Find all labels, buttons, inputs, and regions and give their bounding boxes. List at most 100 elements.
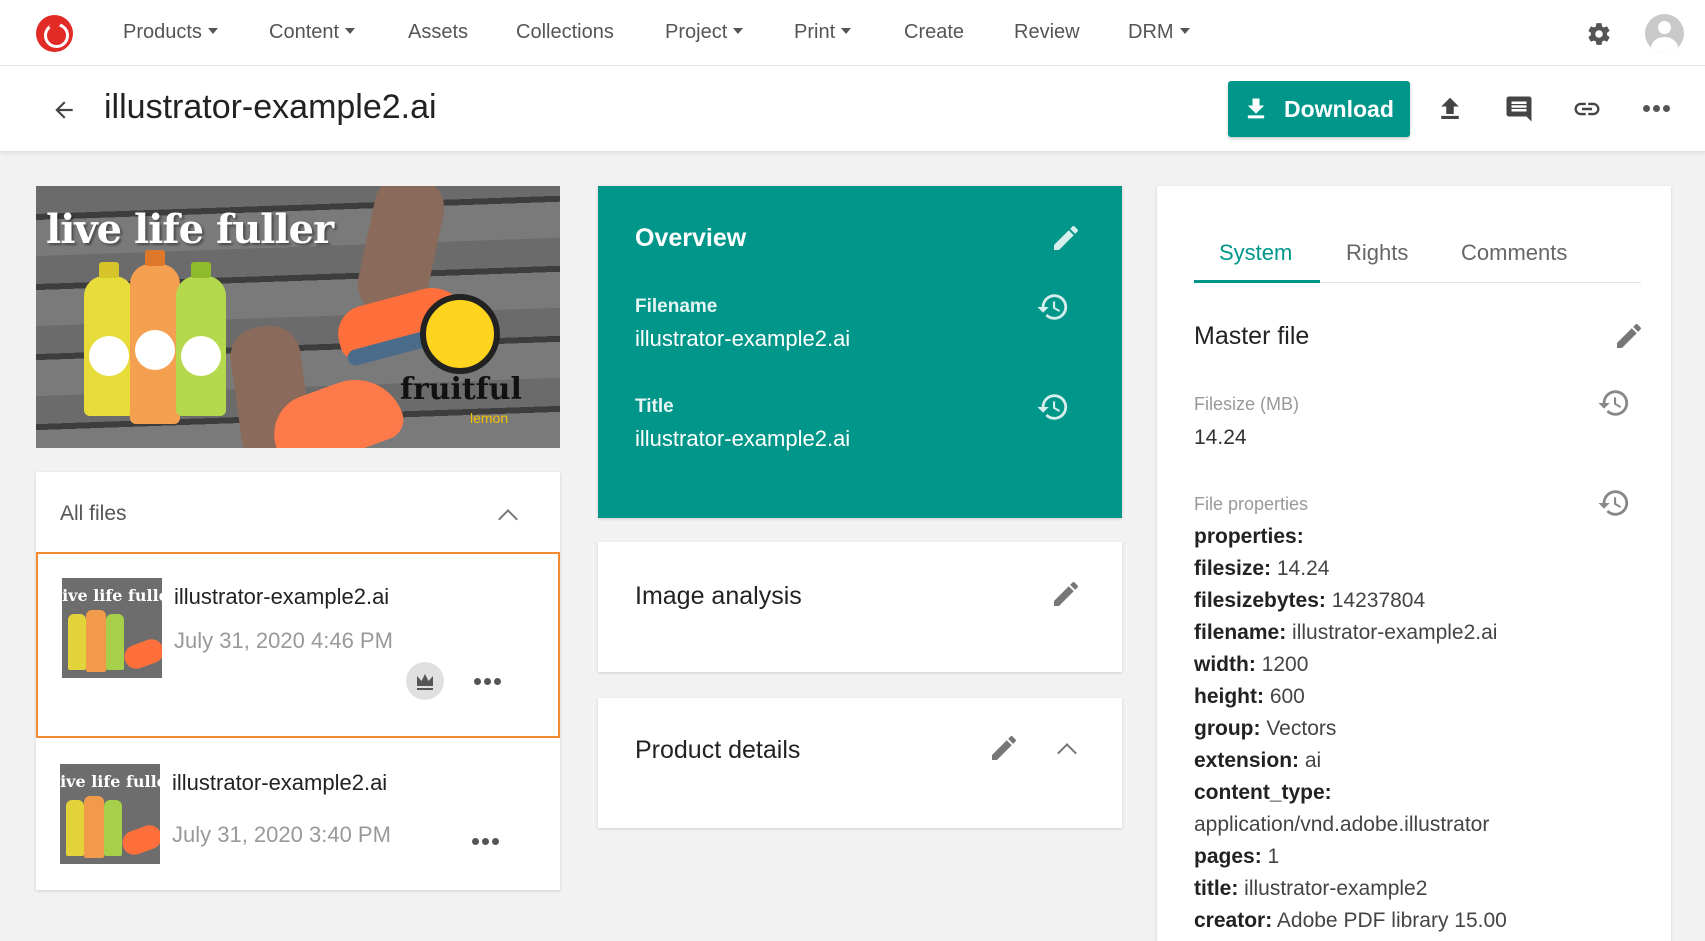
nav-drm-label: DRM	[1128, 21, 1174, 43]
chevron-up-icon[interactable]	[498, 509, 518, 529]
tab-system[interactable]: System	[1219, 240, 1292, 266]
app-logo[interactable]	[36, 15, 73, 52]
hero-brand-sub: lemon	[470, 410, 509, 426]
page-title: illustrator-example2.ai	[104, 88, 437, 126]
nav-review-label: Review	[1014, 21, 1080, 43]
nav-project-label: Project	[665, 21, 728, 43]
property-line: extension: ai	[1194, 749, 1322, 772]
more-options-icon[interactable]	[1643, 105, 1671, 113]
title-label: Title	[635, 396, 674, 417]
property-line: filename: illustrator-example2.ai	[1194, 621, 1498, 644]
nav-drm[interactable]: DRM	[1128, 21, 1190, 44]
nav-print-label: Print	[794, 21, 836, 43]
property-line: creator: Adobe PDF library 15.00	[1194, 909, 1507, 932]
chevron-down-icon	[207, 28, 218, 34]
history-icon[interactable]	[1597, 386, 1631, 420]
nav-products-label: Products	[123, 21, 202, 43]
all-files-title: All files	[60, 502, 127, 525]
tab-comments[interactable]: Comments	[1461, 240, 1567, 266]
nav-collections[interactable]: Collections	[516, 21, 614, 44]
lemon-logo	[420, 294, 500, 374]
thumbnail-text: live life fuller	[60, 772, 160, 791]
nav-content[interactable]: Content	[269, 21, 356, 44]
property-line: pages: 1	[1194, 845, 1280, 868]
property-line: filesizebytes: 14237804	[1194, 589, 1426, 612]
all-files-panel: All files live life fuller illustrator-e…	[36, 472, 560, 890]
nav-project[interactable]: Project	[665, 21, 744, 44]
thumbnail-text: live life fuller	[62, 586, 162, 605]
image-analysis-panel: Image analysis	[598, 542, 1122, 672]
product-details-panel: Product details	[598, 698, 1122, 828]
overview-title: Overview	[635, 224, 747, 252]
active-tab-indicator	[1194, 280, 1320, 283]
file-thumbnail: live life fuller	[60, 764, 160, 864]
master-file-badge[interactable]	[406, 662, 444, 700]
filesize-value: 14.24	[1194, 426, 1247, 449]
nav-collections-label: Collections	[516, 21, 614, 43]
more-options-icon[interactable]	[472, 838, 500, 846]
upload-icon[interactable]	[1435, 94, 1465, 124]
hero-brand: fruitful	[400, 372, 522, 407]
edit-icon[interactable]	[1050, 222, 1082, 254]
history-icon[interactable]	[1597, 486, 1631, 520]
file-name: illustrator-example2.ai	[172, 770, 388, 795]
tab-rights[interactable]: Rights	[1346, 240, 1408, 266]
property-line: group: Vectors	[1194, 717, 1337, 740]
history-icon[interactable]	[1036, 390, 1070, 424]
history-icon[interactable]	[1036, 290, 1070, 324]
more-options-icon[interactable]	[474, 678, 502, 686]
gear-icon[interactable]	[1586, 21, 1612, 47]
filename-value: illustrator-example2.ai	[635, 326, 851, 351]
edit-icon[interactable]	[1613, 320, 1645, 352]
title-value: illustrator-example2.ai	[635, 426, 851, 451]
property-line: properties:	[1194, 525, 1304, 548]
nav-products[interactable]: Products	[123, 21, 218, 44]
nav-create-label: Create	[904, 21, 965, 43]
filesize-label: Filesize (MB)	[1194, 394, 1300, 414]
link-icon[interactable]	[1572, 94, 1602, 124]
crown-icon	[417, 674, 433, 690]
download-button[interactable]: Download	[1228, 81, 1410, 137]
file-row-selected[interactable]: live life fuller illustrator-example2.ai…	[36, 552, 560, 738]
nav-assets-label: Assets	[408, 21, 469, 43]
property-line: title: illustrator-example2	[1194, 877, 1428, 900]
nav-print[interactable]: Print	[794, 21, 852, 44]
chevron-down-icon	[733, 28, 744, 34]
property-line: content_type:	[1194, 781, 1332, 804]
property-line: height: 600	[1194, 685, 1305, 708]
property-line: application/vnd.adobe.illustrator	[1194, 813, 1490, 836]
asset-preview-image[interactable]: live life fuller fruitful lemon	[36, 186, 560, 448]
file-properties-label: File properties	[1194, 494, 1309, 514]
file-thumbnail: live life fuller	[62, 578, 162, 678]
nav-assets[interactable]: Assets	[408, 21, 468, 44]
chevron-up-icon[interactable]	[1057, 743, 1077, 763]
file-row[interactable]: live life fuller illustrator-example2.ai…	[36, 738, 560, 924]
top-navigation: Products Content Assets Collections Proj…	[0, 0, 1705, 66]
file-name: illustrator-example2.ai	[174, 584, 390, 609]
chevron-down-icon	[1179, 28, 1190, 34]
property-line: filesize: 14.24	[1194, 557, 1330, 580]
file-date: July 31, 2020 4:46 PM	[174, 628, 393, 653]
hero-headline: live life fuller	[46, 206, 334, 253]
edit-icon[interactable]	[988, 732, 1020, 764]
chevron-down-icon	[345, 28, 356, 34]
product-details-title: Product details	[635, 736, 801, 764]
edit-icon[interactable]	[1050, 578, 1082, 610]
arrow-back-icon[interactable]	[50, 97, 78, 123]
system-panel: System Rights Comments Master file Files…	[1157, 186, 1671, 941]
nav-content-label: Content	[269, 21, 340, 43]
property-line: width: 1200	[1194, 653, 1309, 676]
download-icon	[1247, 98, 1265, 119]
asset-title-bar: illustrator-example2.ai Download	[0, 66, 1705, 152]
image-analysis-title: Image analysis	[635, 582, 802, 610]
overview-panel: Overview Filename illustrator-example2.a…	[598, 186, 1122, 518]
chevron-down-icon	[841, 28, 852, 34]
nav-review[interactable]: Review	[1014, 21, 1080, 44]
download-button-label: Download	[1284, 96, 1394, 122]
nav-create[interactable]: Create	[904, 21, 964, 44]
file-date: July 31, 2020 3:40 PM	[172, 822, 391, 847]
master-file-title: Master file	[1194, 322, 1310, 350]
comment-icon[interactable]	[1504, 94, 1534, 124]
user-avatar[interactable]	[1645, 14, 1684, 53]
filename-label: Filename	[635, 296, 718, 317]
